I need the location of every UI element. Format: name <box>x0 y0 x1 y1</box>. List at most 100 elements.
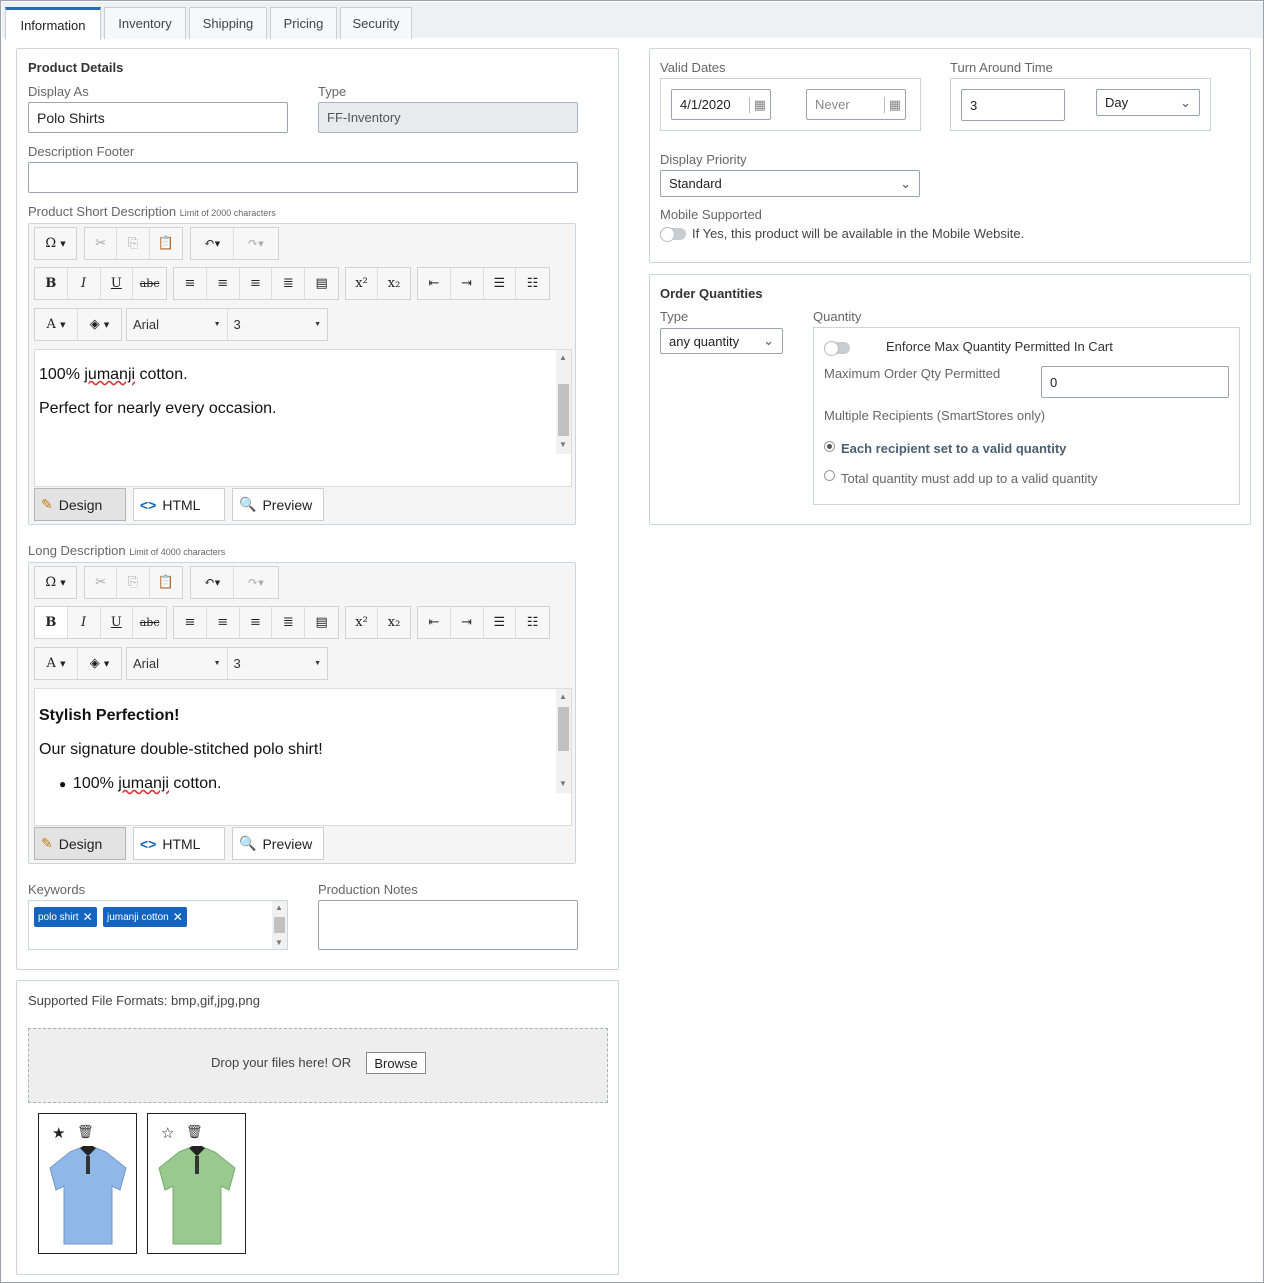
each-recipient-label[interactable]: Each recipient set to a valid quantity <box>841 441 1066 456</box>
indent-icon[interactable]: ⇥ <box>451 268 484 299</box>
tab-pricing[interactable]: Pricing <box>270 7 337 39</box>
justify-icon[interactable]: ≣ <box>272 607 306 638</box>
back-color-icon[interactable]: ◈ ▼ <box>78 309 121 340</box>
enforce-max-toggle[interactable] <box>824 341 850 356</box>
underline-button[interactable]: U <box>101 268 134 299</box>
remove-chip-icon[interactable]: ✕ <box>83 910 93 924</box>
cut-icon[interactable]: ✂ <box>85 228 118 259</box>
align-center-icon[interactable]: ≡ <box>207 607 240 638</box>
ordered-list-icon[interactable]: ☰ <box>484 268 517 299</box>
description-footer-input[interactable] <box>28 162 578 193</box>
scroll-thumb[interactable] <box>274 917 285 933</box>
scroll-down-icon[interactable]: ▼ <box>559 779 567 788</box>
cut-icon[interactable]: ✂ <box>85 567 118 598</box>
html-mode-button[interactable]: <> HTML <box>133 488 225 521</box>
unordered-list-icon[interactable]: ☷ <box>516 268 549 299</box>
short-description-content[interactable]: 100% jumanji cotton. Perfect for nearly … <box>34 349 572 487</box>
justify-icon[interactable]: ≣ <box>272 268 306 299</box>
radio-total-quantity[interactable] <box>824 470 835 481</box>
preview-mode-button[interactable]: 🔍 Preview <box>232 827 324 860</box>
scroll-thumb[interactable] <box>558 384 569 436</box>
copy-icon[interactable]: ⎘ <box>117 567 150 598</box>
scroll-thumb[interactable] <box>558 707 569 751</box>
justify-none-icon[interactable]: ▤ <box>305 268 338 299</box>
trash-icon[interactable]: 🗑 <box>186 1124 203 1140</box>
image-thumbnail[interactable]: ★ 🗑 <box>38 1113 137 1254</box>
underline-button[interactable]: U <box>101 607 134 638</box>
align-right-icon[interactable]: ≡ <box>240 607 273 638</box>
total-quantity-label[interactable]: Total quantity must add up to a valid qu… <box>841 471 1098 486</box>
align-left-icon[interactable]: ≡ <box>174 607 207 638</box>
redo-icon[interactable]: ↷ ▼ <box>234 228 277 259</box>
outdent-icon[interactable]: ⇤ <box>418 268 451 299</box>
paste-icon[interactable]: 📋 <box>150 567 182 598</box>
tab-shipping[interactable]: Shipping <box>189 7 267 39</box>
turn-around-input[interactable]: 3 <box>961 89 1065 121</box>
ordered-list-icon[interactable]: ☰ <box>484 607 517 638</box>
display-as-input[interactable]: Polo Shirts <box>28 102 288 133</box>
long-description-content[interactable]: Stylish Perfection! Our signature double… <box>34 688 572 826</box>
align-right-icon[interactable]: ≡ <box>240 268 273 299</box>
html-mode-button[interactable]: <> HTML <box>133 827 225 860</box>
display-priority-select[interactable]: Standard ⌄ <box>660 170 920 197</box>
fore-color-icon[interactable]: A ▼ <box>35 309 78 340</box>
keyword-chip[interactable]: polo shirt ✕ <box>34 907 97 927</box>
mobile-supported-toggle[interactable] <box>660 227 686 242</box>
scroll-down-icon[interactable]: ▼ <box>275 938 283 947</box>
scroll-up-icon[interactable]: ▲ <box>275 903 283 912</box>
keyword-chip[interactable]: jumanji cotton ✕ <box>103 907 187 927</box>
radio-each-recipient[interactable] <box>824 441 835 452</box>
font-size-select[interactable]: 3 ▼ <box>228 648 328 679</box>
remove-chip-icon[interactable]: ✕ <box>173 910 183 924</box>
short-description-scrollbar[interactable]: ▲ ▼ <box>556 350 571 454</box>
copy-icon[interactable]: ⎘ <box>117 228 150 259</box>
design-mode-button[interactable]: ✎ Design <box>34 488 126 521</box>
preview-mode-button[interactable]: 🔍 Preview <box>232 488 324 521</box>
italic-button[interactable]: I <box>68 607 101 638</box>
omega-icon[interactable]: Ω ▼ <box>35 567 76 598</box>
strikethrough-button[interactable]: abc <box>133 268 166 299</box>
tab-inventory[interactable]: Inventory <box>104 7 186 39</box>
bold-button[interactable]: B <box>35 607 68 638</box>
font-size-select[interactable]: 3 ▼ <box>228 309 328 340</box>
undo-icon[interactable]: ↶ ▼ <box>191 228 234 259</box>
subscript-button[interactable]: x₂ <box>378 607 410 638</box>
bold-button[interactable]: B <box>35 268 68 299</box>
strikethrough-button[interactable]: abc <box>133 607 166 638</box>
keywords-box[interactable]: polo shirt ✕ jumanji cotton ✕ ▲ ▼ <box>28 900 288 950</box>
fore-color-icon[interactable]: A ▼ <box>35 648 78 679</box>
design-mode-button[interactable]: ✎ Design <box>34 827 126 860</box>
trash-icon[interactable]: 🗑 <box>77 1124 94 1140</box>
scroll-down-icon[interactable]: ▼ <box>559 440 567 449</box>
justify-none-icon[interactable]: ▤ <box>305 607 338 638</box>
indent-icon[interactable]: ⇥ <box>451 607 484 638</box>
drop-zone[interactable]: Drop your files here! OR Browse <box>28 1028 608 1103</box>
scroll-up-icon[interactable]: ▲ <box>559 353 567 362</box>
paste-icon[interactable]: 📋 <box>150 228 182 259</box>
keywords-scrollbar[interactable]: ▲ ▼ <box>272 901 287 949</box>
outdent-icon[interactable]: ⇤ <box>418 607 451 638</box>
star-outline-icon[interactable]: ☆ <box>161 1124 174 1142</box>
tab-information[interactable]: Information <box>5 7 101 40</box>
italic-button[interactable]: I <box>68 268 101 299</box>
undo-icon[interactable]: ↶ ▼ <box>191 567 234 598</box>
unordered-list-icon[interactable]: ☷ <box>516 607 549 638</box>
tab-security[interactable]: Security <box>340 7 412 39</box>
calendar-icon[interactable]: ▦ <box>883 96 901 113</box>
turn-around-unit-select[interactable]: Day ⌄ <box>1096 89 1200 116</box>
align-center-icon[interactable]: ≡ <box>207 268 240 299</box>
back-color-icon[interactable]: ◈ ▼ <box>78 648 121 679</box>
font-name-select[interactable]: Arial ▼ <box>127 309 228 340</box>
end-date-input[interactable]: Never ▦ <box>806 89 906 120</box>
max-qty-input[interactable]: 0 <box>1041 366 1229 398</box>
superscript-button[interactable]: x² <box>346 607 379 638</box>
align-left-icon[interactable]: ≡ <box>174 268 207 299</box>
start-date-input[interactable]: 4/1/2020 ▦ <box>671 89 771 120</box>
long-description-scrollbar[interactable]: ▲ ▼ <box>556 689 571 793</box>
redo-icon[interactable]: ↷ ▼ <box>234 567 277 598</box>
font-name-select[interactable]: Arial ▼ <box>127 648 228 679</box>
browse-button[interactable]: Browse <box>366 1052 426 1074</box>
calendar-icon[interactable]: ▦ <box>748 96 766 113</box>
production-notes-textarea[interactable] <box>318 900 578 950</box>
star-filled-icon[interactable]: ★ <box>52 1124 65 1142</box>
